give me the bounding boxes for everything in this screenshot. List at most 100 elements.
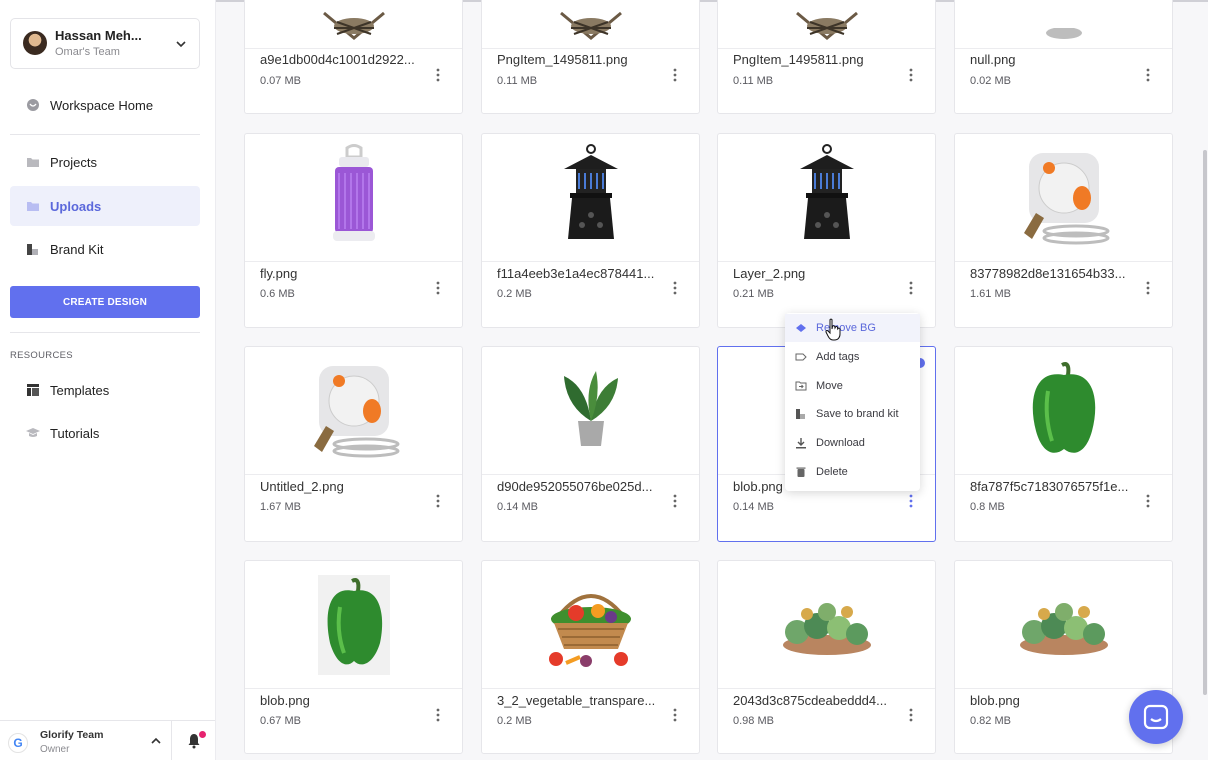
file-thumbnail[interactable]	[718, 134, 935, 262]
file-card[interactable]: f11a4eeb3e1a4ec878441... 0.2 MB	[481, 133, 700, 328]
file-thumbnail[interactable]	[955, 561, 1172, 689]
file-size: 0.07 MB	[260, 75, 301, 87]
file-card[interactable]: 2043d3c875cdeabeddd4... 0.98 MB	[717, 560, 936, 754]
more-options-icon[interactable]	[1146, 494, 1150, 508]
user-switcher[interactable]: Hassan Meh... Omar's Team	[10, 18, 200, 69]
resources-heading: RESOURCES	[10, 350, 73, 361]
hand-cursor-icon	[825, 318, 841, 341]
file-thumbnail[interactable]	[482, 0, 699, 49]
team-switcher[interactable]: G Glorify Team Owner	[0, 720, 215, 760]
file-card[interactable]: 83778982d8e131654b33... 1.61 MB	[954, 133, 1173, 328]
file-size: 0.2 MB	[497, 288, 532, 300]
file-card[interactable]: d90de952055076be025d... 0.14 MB	[481, 346, 700, 542]
file-thumbnail[interactable]	[245, 134, 462, 262]
more-options-icon[interactable]	[1146, 281, 1150, 295]
file-card[interactable]: 3_2_vegetable_transpare... 0.2 MB	[481, 560, 700, 754]
file-size: 0.11 MB	[733, 75, 774, 87]
chevron-down-icon	[176, 41, 186, 48]
scrollbar[interactable]	[1203, 150, 1207, 695]
file-size: 0.2 MB	[497, 715, 532, 727]
file-card[interactable]: 8fa787f5c7183076575f1e... 0.8 MB	[954, 346, 1173, 542]
sidebar-item-templates[interactable]: Templates	[10, 370, 200, 410]
more-options-icon[interactable]	[673, 708, 677, 722]
file-thumbnail[interactable]	[482, 347, 699, 475]
file-card[interactable]: fly.png 0.6 MB	[244, 133, 463, 328]
divider	[171, 721, 172, 760]
trash-icon	[796, 467, 806, 477]
menu-item-download[interactable]: Download	[785, 429, 920, 457]
sidebar-item-label: Uploads	[50, 198, 102, 214]
file-size: 1.61 MB	[970, 288, 1011, 300]
menu-item-delete[interactable]: Delete	[785, 458, 920, 486]
more-options-icon[interactable]	[909, 68, 913, 82]
sidebar-item-label: Tutorials	[50, 425, 100, 441]
menu-item-remove-bg[interactable]: Remove BG	[785, 314, 920, 342]
file-thumbnail[interactable]	[245, 0, 462, 49]
file-thumbnail[interactable]	[245, 561, 462, 689]
file-name: 2043d3c875cdeabeddd4...	[733, 693, 887, 708]
more-options-icon[interactable]	[1146, 68, 1150, 82]
more-options-icon[interactable]	[909, 708, 913, 722]
file-name: Layer_2.png	[733, 266, 806, 281]
sidebar-item-label: Workspace Home	[50, 97, 154, 113]
more-options-icon[interactable]	[673, 68, 677, 82]
file-thumbnail[interactable]	[718, 0, 935, 49]
file-name: Untitled_2.png	[260, 479, 344, 494]
divider	[10, 134, 200, 135]
sidebar-item-tutorials[interactable]: Tutorials	[10, 413, 200, 453]
more-options-icon[interactable]	[909, 281, 913, 295]
graduation-cap-icon	[26, 428, 40, 437]
sidebar-item-uploads[interactable]: Uploads	[10, 186, 200, 226]
menu-item-label: Delete	[816, 466, 848, 478]
sidebar: Hassan Meh... Omar's Team Workspace Home…	[0, 0, 216, 760]
sidebar-item-brand-kit[interactable]: Brand Kit	[10, 229, 200, 269]
sidebar-item-label: Templates	[50, 382, 110, 398]
sidebar-item-projects[interactable]: Projects	[10, 142, 200, 182]
menu-item-add-tags[interactable]: Add tags	[785, 343, 920, 371]
file-size: 0.14 MB	[733, 501, 774, 513]
file-thumbnail[interactable]	[482, 561, 699, 689]
templates-icon	[27, 384, 39, 396]
team-name: Glorify Team	[40, 729, 104, 741]
more-options-icon[interactable]	[436, 68, 440, 82]
brand-kit-icon	[796, 409, 805, 419]
file-thumbnail[interactable]	[718, 561, 935, 689]
uploads-grid: a9e1db00d4c1001d2922... 0.07 MB PngItem_14…	[216, 0, 1208, 760]
file-card[interactable]: PngItem_1495811.png 0.11 MB	[481, 0, 700, 114]
file-thumbnail[interactable]	[955, 134, 1172, 262]
more-options-icon[interactable]	[909, 494, 913, 508]
move-folder-icon	[795, 381, 807, 391]
file-card[interactable]: blob.png 0.67 MB	[244, 560, 463, 754]
file-card[interactable]: null.png 0.02 MB	[954, 0, 1173, 114]
menu-item-save-brand-kit[interactable]: Save to brand kit	[785, 400, 920, 428]
file-thumbnail[interactable]	[955, 0, 1172, 49]
file-name: d90de952055076be025d...	[497, 479, 653, 494]
file-name: a9e1db00d4c1001d2922...	[260, 52, 415, 67]
team-logo: G	[8, 733, 28, 753]
file-card[interactable]: Untitled_2.png 1.67 MB	[244, 346, 463, 542]
file-size: 0.82 MB	[970, 715, 1011, 727]
file-card[interactable]: Layer_2.png 0.21 MB	[717, 133, 936, 328]
tag-icon	[795, 353, 807, 361]
more-options-icon[interactable]	[436, 281, 440, 295]
menu-item-move[interactable]: Move	[785, 372, 920, 400]
more-options-icon[interactable]	[673, 494, 677, 508]
chat-icon	[1143, 704, 1169, 730]
file-name: 3_2_vegetable_transpare...	[497, 693, 656, 708]
file-card[interactable]: a9e1db00d4c1001d2922... 0.07 MB	[244, 0, 463, 114]
sidebar-item-workspace-home[interactable]: Workspace Home	[10, 85, 200, 125]
file-thumbnail[interactable]	[482, 134, 699, 262]
file-name: f11a4eeb3e1a4ec878441...	[497, 266, 655, 281]
more-options-icon[interactable]	[436, 708, 440, 722]
more-options-icon[interactable]	[673, 281, 677, 295]
file-thumbnail[interactable]	[955, 347, 1172, 475]
create-design-button[interactable]: CREATE DESIGN	[10, 286, 200, 318]
file-size: 0.02 MB	[970, 75, 1011, 87]
chat-launcher-button[interactable]	[1129, 690, 1183, 744]
file-thumbnail[interactable]	[245, 347, 462, 475]
file-size: 0.21 MB	[733, 288, 774, 300]
file-name: PngItem_1495811.png	[497, 52, 628, 67]
file-card[interactable]: PngItem_1495811.png 0.11 MB	[717, 0, 936, 114]
more-options-icon[interactable]	[436, 494, 440, 508]
file-name: blob.png	[260, 693, 310, 708]
